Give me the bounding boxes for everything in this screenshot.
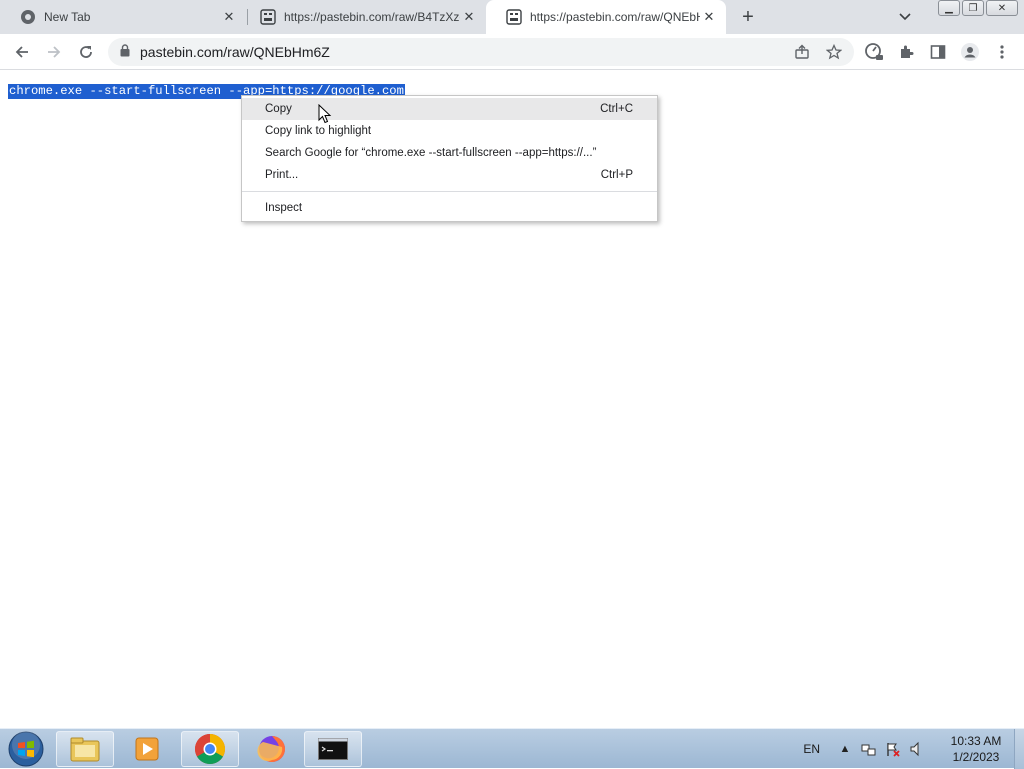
menu-item-print[interactable]: Print... Ctrl+P: [242, 164, 657, 186]
minimize-button[interactable]: ▁: [938, 0, 960, 16]
menu-item-shortcut: Ctrl+C: [600, 103, 633, 115]
action-center-flag-icon[interactable]: [884, 740, 902, 758]
side-panel-icon[interactable]: [926, 40, 950, 64]
taskbar-cmd[interactable]: [304, 731, 362, 767]
close-window-button[interactable]: ✕: [986, 0, 1018, 16]
menu-item-label: Copy: [265, 103, 292, 115]
profile-avatar-icon[interactable]: [958, 40, 982, 64]
browser-toolbar: pastebin.com/raw/QNEbHm6Z: [0, 34, 1024, 70]
menu-item-search-google[interactable]: Search Google for “chrome.exe --start-fu…: [242, 142, 657, 164]
menu-item-label: Print...: [265, 169, 299, 181]
performance-icon[interactable]: [862, 40, 886, 64]
taskbar-chrome[interactable]: [181, 731, 239, 767]
show-hidden-icons-icon[interactable]: ▲: [836, 740, 854, 758]
lock-icon: [120, 44, 130, 60]
clock-date: 1/2/2023: [952, 750, 1000, 764]
tab-pastebin-2[interactable]: https://pastebin.com/raw/QNEbHm6Z ✕: [486, 0, 726, 34]
taskbar-firefox[interactable]: [243, 731, 301, 767]
volume-icon[interactable]: [908, 740, 926, 758]
back-icon[interactable]: [10, 40, 34, 64]
forward-icon[interactable]: [42, 40, 66, 64]
tab-pastebin-1[interactable]: https://pastebin.com/raw/B4TzXzcX ✕: [240, 0, 486, 34]
new-tab-button[interactable]: +: [737, 6, 759, 28]
start-button[interactable]: [6, 730, 46, 768]
menu-item-label: Inspect: [265, 202, 303, 214]
menu-kebab-icon[interactable]: [990, 40, 1014, 64]
tab-title: New Tab: [44, 10, 91, 24]
menu-item-label: Copy link to highlight: [265, 125, 372, 137]
menu-item-label: Search Google for “chrome.exe --start-fu…: [265, 147, 597, 159]
close-tab-icon[interactable]: ✕: [700, 8, 718, 26]
tab-title: https://pastebin.com/raw/QNEbHm6Z: [530, 10, 700, 24]
windows-start-icon: [8, 731, 44, 767]
share-icon[interactable]: [790, 40, 814, 64]
context-menu: Copy Ctrl+C Copy link to highlight Searc…: [241, 95, 658, 222]
media-player-icon: [135, 737, 159, 761]
show-desktop-button[interactable]: [1014, 729, 1024, 769]
close-tab-icon[interactable]: ✕: [460, 8, 478, 26]
menu-item-shortcut: Ctrl+P: [600, 169, 633, 181]
tab-new-tab[interactable]: New Tab ✕: [0, 0, 246, 34]
taskbar-media-player[interactable]: [118, 731, 176, 767]
cmd-icon: [318, 738, 348, 760]
chrome-icon: [20, 9, 36, 25]
extensions-icon[interactable]: [894, 40, 918, 64]
language-indicator[interactable]: EN: [803, 742, 820, 756]
restore-button[interactable]: ❐: [962, 0, 984, 16]
taskbar-explorer[interactable]: [56, 731, 114, 767]
tab-strip: New Tab ✕ https://pastebin.com/raw/B4TzX…: [0, 0, 1024, 34]
clock[interactable]: 10:33 AM 1/2/2023: [938, 733, 1014, 765]
menu-item-inspect[interactable]: Inspect: [242, 197, 657, 219]
explorer-icon: [70, 737, 100, 762]
chrome-icon: [194, 734, 226, 765]
firefox-icon: [257, 736, 285, 762]
system-tray: EN ▲ 10:33 AM 1/2/2023: [803, 729, 1024, 769]
close-tab-icon[interactable]: ✕: [220, 8, 238, 26]
pastebin-icon: [506, 9, 522, 25]
network-icon[interactable]: [860, 740, 878, 758]
mouse-cursor-icon: [318, 104, 332, 124]
bookmark-star-icon[interactable]: [822, 40, 846, 64]
address-bar[interactable]: pastebin.com/raw/QNEbHm6Z: [108, 38, 854, 66]
taskbar: EN ▲ 10:33 AM 1/2/2023: [0, 728, 1024, 769]
window-controls: ▁ ❐ ✕: [938, 0, 1018, 16]
menu-item-copy[interactable]: Copy Ctrl+C: [242, 98, 657, 120]
reload-icon[interactable]: [74, 40, 98, 64]
menu-separator: [242, 191, 657, 192]
url-text: pastebin.com/raw/QNEbHm6Z: [140, 44, 330, 60]
clock-time: 10:33 AM: [950, 734, 1002, 748]
menu-item-copy-link-to-highlight[interactable]: Copy link to highlight: [242, 120, 657, 142]
pastebin-icon: [260, 9, 276, 25]
tab-search-icon[interactable]: [895, 8, 915, 26]
tab-title: https://pastebin.com/raw/B4TzXzcX: [284, 10, 460, 24]
